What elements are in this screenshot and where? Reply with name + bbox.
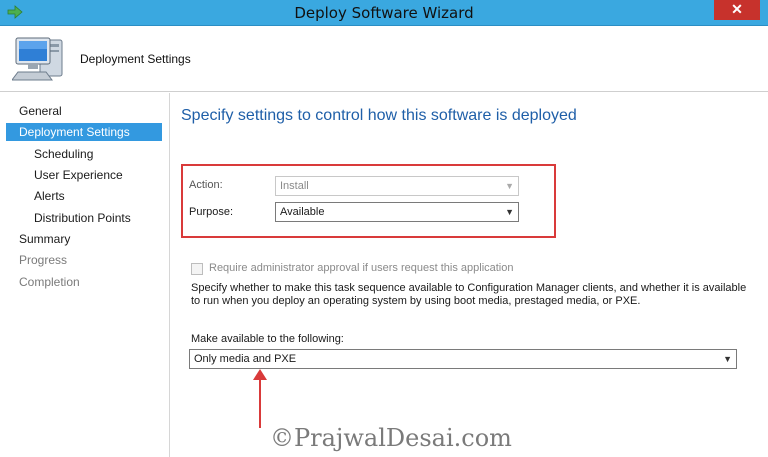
nav-item-distribution-points[interactable]: Distribution Points	[34, 209, 131, 227]
close-button[interactable]: ✕	[714, 0, 760, 20]
action-label: Action:	[189, 179, 223, 191]
purpose-value: Available	[280, 206, 325, 218]
chevron-down-icon: ▼	[505, 207, 514, 217]
approval-checkbox-label: Require administrator approval if users …	[209, 262, 514, 274]
wizard-step-list: General Deployment Settings Scheduling U…	[0, 93, 170, 457]
nav-item-user-experience[interactable]: User Experience	[34, 166, 123, 184]
purpose-label: Purpose:	[189, 206, 234, 218]
make-available-value: Only media and PXE	[194, 353, 297, 365]
chevron-down-icon: ▼	[505, 181, 514, 191]
nav-item-scheduling[interactable]: Scheduling	[34, 145, 93, 163]
page-title: Deployment Settings	[80, 52, 191, 66]
make-available-dropdown[interactable]: Only media and PXE ▼	[189, 349, 737, 369]
nav-item-alerts[interactable]: Alerts	[34, 187, 65, 205]
wizard-header: Deployment Settings	[0, 26, 768, 92]
nav-item-general[interactable]: General	[19, 102, 62, 120]
section-heading: Specify settings to control how this sof…	[181, 107, 577, 124]
nav-item-summary[interactable]: Summary	[19, 230, 70, 248]
approval-checkbox[interactable]	[191, 263, 203, 275]
purpose-dropdown[interactable]: Available ▼	[275, 202, 519, 222]
action-value: Install	[280, 180, 309, 192]
annotation-arrow-icon	[253, 369, 267, 428]
nav-item-progress: Progress	[19, 253, 68, 267]
nav-item-deployment-settings[interactable]: Deployment Settings	[6, 123, 162, 141]
title-bar: Deploy Software Wizard ✕	[0, 0, 768, 26]
chevron-down-icon: ▼	[723, 354, 732, 364]
availability-description: Specify whether to make this task sequen…	[191, 282, 747, 307]
action-dropdown: Install ▼	[275, 176, 519, 196]
window-title: Deploy Software Wizard	[294, 4, 474, 22]
watermark: ©PrajwalDesai.com	[270, 424, 512, 452]
nav-item-completion: Completion	[19, 275, 80, 289]
computer-icon	[11, 34, 66, 87]
make-available-label: Make available to the following:	[191, 333, 344, 345]
